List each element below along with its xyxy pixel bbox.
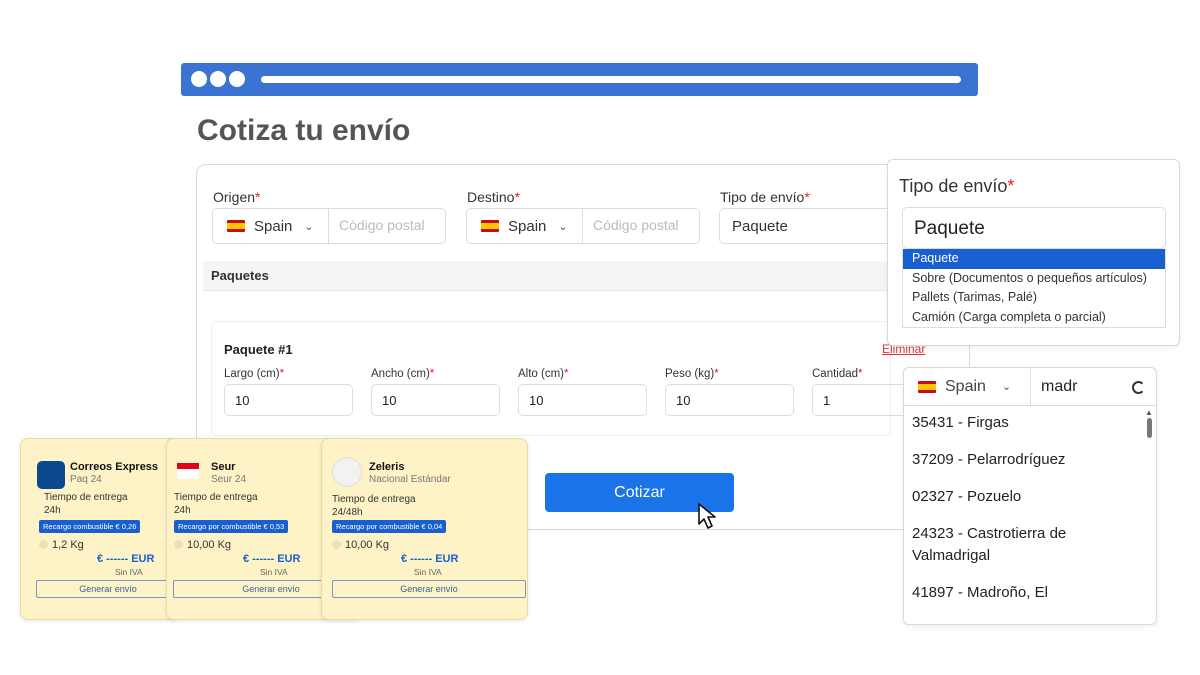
alto-input[interactable]: 10 [518,384,647,416]
peso-input[interactable]: 10 [665,384,794,416]
tipo-dropdown-label: Tipo de envío* [899,176,1015,196]
postal-result-item[interactable]: 24323 - Castrotierra de Valmadrigal [912,523,1144,567]
fuel-surcharge-badge: Recargo combustible € 0,26 [39,520,141,533]
origen-field: Spain ⌄ Código postal [212,208,446,244]
generate-shipment-button[interactable]: Generar envío [332,580,526,598]
destino-field: Spain ⌄ Código postal [466,208,700,244]
package-title: Paquete #1 [224,342,293,357]
tipo-option-paquete[interactable]: Paquete [903,249,1165,269]
carrier-weight: 10,00 Kg [345,539,390,551]
seur-logo-icon [177,463,199,479]
postal-result-item[interactable]: 35431 - Firgas [912,412,1144,434]
spain-flag-icon [918,380,936,393]
weight-icon [174,540,183,549]
destino-label: Destino* [467,189,520,205]
ancho-label: Ancho (cm)* [371,368,435,380]
browser-bar [181,63,978,96]
fuel-surcharge-badge: Recargo por combustible € 0,53 [174,520,289,533]
window-dot-icon [229,71,245,87]
spain-flag-icon [481,220,499,232]
tipo-dropdown-select[interactable]: Paquete [902,207,1166,249]
postal-result-item[interactable]: 02327 - Pozuelo [912,486,1144,508]
carrier-price: € ------ EUR [401,553,459,565]
delivery-time: 24h [174,505,191,516]
tax-note: Sin IVA [414,567,442,577]
postal-result-item[interactable]: 37209 - Pelarrodríguez [912,449,1144,471]
delivery-time: 24/48h [332,507,363,518]
carrier-name: Zeleris [369,461,405,473]
tipo-envio-dropdown: Tipo de envío* Paquete Paquete Sobre (Do… [887,159,1180,346]
results-scrollbar[interactable] [1147,418,1152,438]
chevron-down-icon: ⌄ [558,220,568,233]
zeleris-logo-icon [332,457,362,487]
postal-country-select[interactable]: Spain ⌄ [904,368,1031,406]
weight-icon [332,540,341,549]
postal-result-item[interactable]: 41897 - Madroño, El [912,582,1144,604]
tipo-envio-label: Tipo de envío* [720,189,810,205]
paquetes-section-header: Paquetes [203,261,893,291]
correos-express-logo-icon [37,461,65,489]
carrier-service: Seur 24 [211,474,247,485]
carrier-card-correos: Correos Express Paq 24 Tiempo de entrega… [20,438,180,620]
largo-label: Largo (cm)* [224,368,285,380]
destino-country-select[interactable]: Spain ⌄ [467,209,583,243]
tax-note: Sin IVA [115,567,143,577]
tipo-option-sobre[interactable]: Sobre (Documentos o pequeños artículos) [903,269,1165,289]
scroll-up-arrow-icon[interactable]: ▲ [1145,408,1153,417]
carrier-card-zeleris: Zeleris Nacional Estándar Tiempo de entr… [321,438,528,620]
generate-shipment-button[interactable]: Generar envío [36,580,180,598]
carrier-weight: 1,2 Kg [52,539,84,551]
delivery-time: 24h [44,505,61,516]
weight-icon [39,540,48,549]
origen-country-select[interactable]: Spain ⌄ [213,209,329,243]
peso-label: Peso (kg)* [665,368,719,380]
fuel-surcharge-badge: Recargo por combustible € 0,04 [332,520,447,533]
address-bar[interactable] [261,76,961,83]
origen-postal-input[interactable]: Código postal [339,217,425,233]
carrier-service: Paq 24 [70,474,102,485]
postal-search-dropdown: Spain ⌄ madr 35431 - Firgas 37209 - Pela… [903,367,1157,625]
window-dot-icon [191,71,207,87]
loading-spinner-icon [1132,381,1145,394]
carrier-price: € ------ EUR [243,553,301,565]
chevron-down-icon: ⌄ [304,220,314,233]
mouse-cursor-icon [698,503,716,529]
tax-note: Sin IVA [260,567,288,577]
origen-label: Origen* [213,189,261,205]
carrier-weight: 10,00 Kg [187,539,232,551]
delivery-time-label: Tiempo de entrega [44,492,128,503]
destino-postal-input[interactable]: Código postal [593,217,679,233]
window-dot-icon [210,71,226,87]
carrier-name: Seur [211,461,236,473]
spain-flag-icon [227,220,245,232]
tipo-options-list: Paquete Sobre (Documentos o pequeños art… [902,249,1166,328]
postal-results-list: 35431 - Firgas 37209 - Pelarrodríguez 02… [912,412,1144,619]
cantidad-label: Cantidad* [812,368,863,380]
package-card: Paquete #1 Eliminar Largo (cm)* 10 Ancho… [211,321,941,436]
carrier-price: € ------ EUR [97,553,155,565]
ancho-input[interactable]: 10 [371,384,500,416]
delivery-time-label: Tiempo de entrega [174,492,258,503]
page-title: Cotiza tu envío [197,114,411,147]
alto-label: Alto (cm)* [518,368,569,380]
tipo-envio-select[interactable]: Paquete [719,208,899,244]
tipo-option-camion[interactable]: Camión (Carga completa o parcial) [903,308,1165,328]
carrier-name: Correos Express [70,461,159,473]
tipo-option-pallets[interactable]: Pallets (Tarimas, Palé) [903,288,1165,308]
delivery-time-label: Tiempo de entrega [332,494,416,505]
carrier-service: Nacional Estándar [369,474,451,485]
largo-input[interactable]: 10 [224,384,353,416]
chevron-down-icon: ⌄ [1001,381,1012,393]
